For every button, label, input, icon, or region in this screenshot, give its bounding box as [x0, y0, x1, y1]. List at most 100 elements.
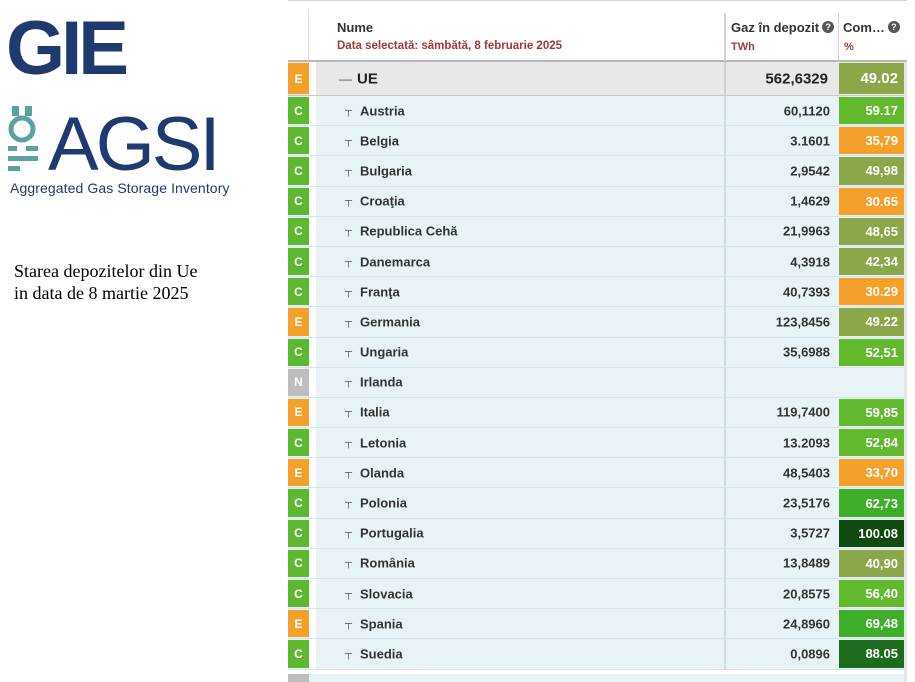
column-divider	[724, 367, 726, 397]
scrollbar[interactable]	[904, 62, 907, 682]
fullness-value: 69,48	[839, 610, 904, 638]
status-badge: C	[288, 97, 309, 125]
gas-value: 562,6329	[765, 70, 828, 87]
row-name[interactable]: Olanda	[360, 465, 404, 480]
fullness-value: 100.08	[839, 519, 904, 547]
gie-logo-text: GIE	[6, 10, 126, 82]
column-divider	[724, 458, 726, 488]
table-row[interactable]: C ┬ Belgia 3.1601 35,79	[288, 126, 904, 157]
row-name[interactable]: Polonia	[360, 496, 407, 511]
flag-spacer	[309, 62, 316, 95]
status-badge: C	[288, 640, 309, 668]
fullness-value: 49.02	[839, 63, 904, 94]
column-divider[interactable]	[838, 13, 839, 61]
flag-spacer	[309, 518, 316, 548]
tree-branch-icon: ┬	[345, 195, 353, 207]
gas-value: 119,7400	[776, 404, 830, 420]
status-badge	[288, 674, 309, 682]
table-row[interactable]: C ┬ Croaţia 1,4629 30.65	[288, 186, 904, 217]
gas-value: 13.2093	[783, 435, 830, 451]
gas-unit-label: TWh	[731, 41, 755, 53]
column-divider[interactable]	[724, 13, 726, 61]
table-row[interactable]: E ┬ Germania 123,8456 49.22	[288, 307, 904, 338]
fullness-value: 40,90	[839, 549, 904, 577]
flag-spacer	[309, 548, 316, 578]
flag-spacer	[309, 126, 316, 156]
row-name[interactable]: Danemarca	[360, 254, 430, 269]
row-name[interactable]: România	[360, 556, 415, 571]
flag-spacer	[309, 488, 316, 518]
table-row[interactable]: C ┬ Franţa 40,7393 30.29	[288, 277, 904, 308]
row-name[interactable]: Slovacia	[360, 586, 413, 601]
gas-value: 60,1120	[783, 103, 830, 119]
row-name[interactable]: Germania	[360, 314, 420, 329]
flag-spacer	[309, 216, 316, 246]
table-row[interactable]: C ┬ Austria 60,1120 59.17	[288, 96, 904, 127]
table-row[interactable]: E ┬ Spania 24,8960 69,48	[288, 609, 904, 640]
row-name[interactable]: Bulgaria	[360, 163, 412, 178]
status-badge: C	[288, 580, 309, 608]
row-name[interactable]: Belgia	[360, 133, 399, 148]
table-row[interactable]: C ┬ Republica Cehă 21,9963 48,65	[288, 216, 904, 247]
table-row[interactable]: C ┬ Ungaria 35,6988 52,51	[288, 337, 904, 368]
fullness-column-header[interactable]: Com…?	[843, 20, 900, 35]
table-header: Nume Data selectată: sâmbătă, 8 februari…	[288, 0, 907, 62]
gas-value: 4,3918	[790, 254, 830, 270]
table-row[interactable]: C ┬ Slovacia 20,8575 56,40	[288, 579, 904, 610]
name-column-header[interactable]: Nume	[337, 20, 373, 35]
row-name[interactable]: Letonia	[360, 435, 406, 450]
column-divider	[724, 307, 726, 337]
status-badge: E	[288, 398, 309, 427]
table-row[interactable]: E ┬ Italia 119,7400 59,85	[288, 397, 904, 429]
table-row[interactable]: C ┬ Polonia 23,5176 62,73	[288, 488, 904, 519]
column-divider	[724, 397, 726, 428]
table-row[interactable]: N ┬ Irlanda	[288, 367, 904, 398]
table-row-total[interactable]: E — UE 562,6329 49.02	[288, 62, 904, 96]
agsi-logo: AGSI	[8, 104, 221, 176]
column-divider	[724, 126, 726, 156]
gas-column-header[interactable]: Gaz în depozit?	[731, 20, 835, 35]
status-badge: C	[288, 127, 309, 155]
row-name[interactable]: Austria	[360, 103, 405, 118]
table-row[interactable]: C ┬ Letonia 13.2093 52,84	[288, 428, 904, 459]
gas-tank-icon	[8, 106, 38, 171]
gas-column-label: Gaz în depozit	[731, 20, 820, 35]
question-circle-icon[interactable]: ?	[822, 21, 835, 33]
table-row[interactable]: C ┬ Suedia 0,0896 88.05	[288, 639, 904, 670]
tree-branch-icon: ┬	[345, 618, 353, 630]
table-row[interactable]: C ┬ Portugalia 3,5727 100.08	[288, 518, 904, 549]
fullness-value: 42,34	[839, 247, 904, 276]
gas-value: 23,5176	[783, 495, 830, 511]
table-row[interactable]: C ┬ Bulgaria 2,9542 49,98	[288, 156, 904, 187]
row-name[interactable]: Republica Cehă	[360, 224, 458, 239]
row-name[interactable]: Franţa	[360, 284, 400, 299]
row-name[interactable]: Spania	[360, 616, 403, 631]
column-divider	[724, 609, 726, 639]
column-divider	[724, 337, 726, 367]
column-divider	[724, 639, 726, 669]
gas-value: 3.1601	[790, 133, 830, 149]
fullness-value: 30.65	[839, 187, 904, 215]
table-row[interactable]: E ┬ Olanda 48,5403 33,70	[288, 458, 904, 489]
gas-value: 1,4629	[790, 193, 830, 209]
row-name[interactable]: Croaţia	[360, 194, 405, 209]
row-name[interactable]: Suedia	[360, 646, 403, 661]
fullness-value: 35,79	[839, 127, 904, 155]
collapse-icon[interactable]: —	[339, 71, 352, 86]
column-divider	[724, 186, 726, 216]
row-name[interactable]: Italia	[360, 405, 390, 420]
question-circle-icon[interactable]: ?	[887, 21, 900, 33]
row-name[interactable]: Ungaria	[360, 345, 408, 360]
storage-table: Nume Data selectată: sâmbătă, 8 februari…	[288, 0, 907, 682]
fullness-value: 49,98	[839, 157, 904, 185]
storage-status-note: Starea depozitelor din Ue in data de 8 m…	[14, 261, 198, 303]
row-name[interactable]: Irlanda	[360, 375, 403, 390]
table-row[interactable]: C ┬ România 13,8489 40,90	[288, 548, 904, 579]
tree-branch-icon: ┬	[345, 316, 353, 328]
table-row[interactable]: C ┬ Danemarca 4,3918 42,34	[288, 246, 904, 278]
status-badge: C	[288, 338, 309, 366]
column-divider	[724, 277, 726, 307]
fullness-value: 33,70	[839, 459, 904, 487]
flag-spacer	[309, 367, 316, 397]
row-name[interactable]: Portugalia	[360, 526, 424, 541]
